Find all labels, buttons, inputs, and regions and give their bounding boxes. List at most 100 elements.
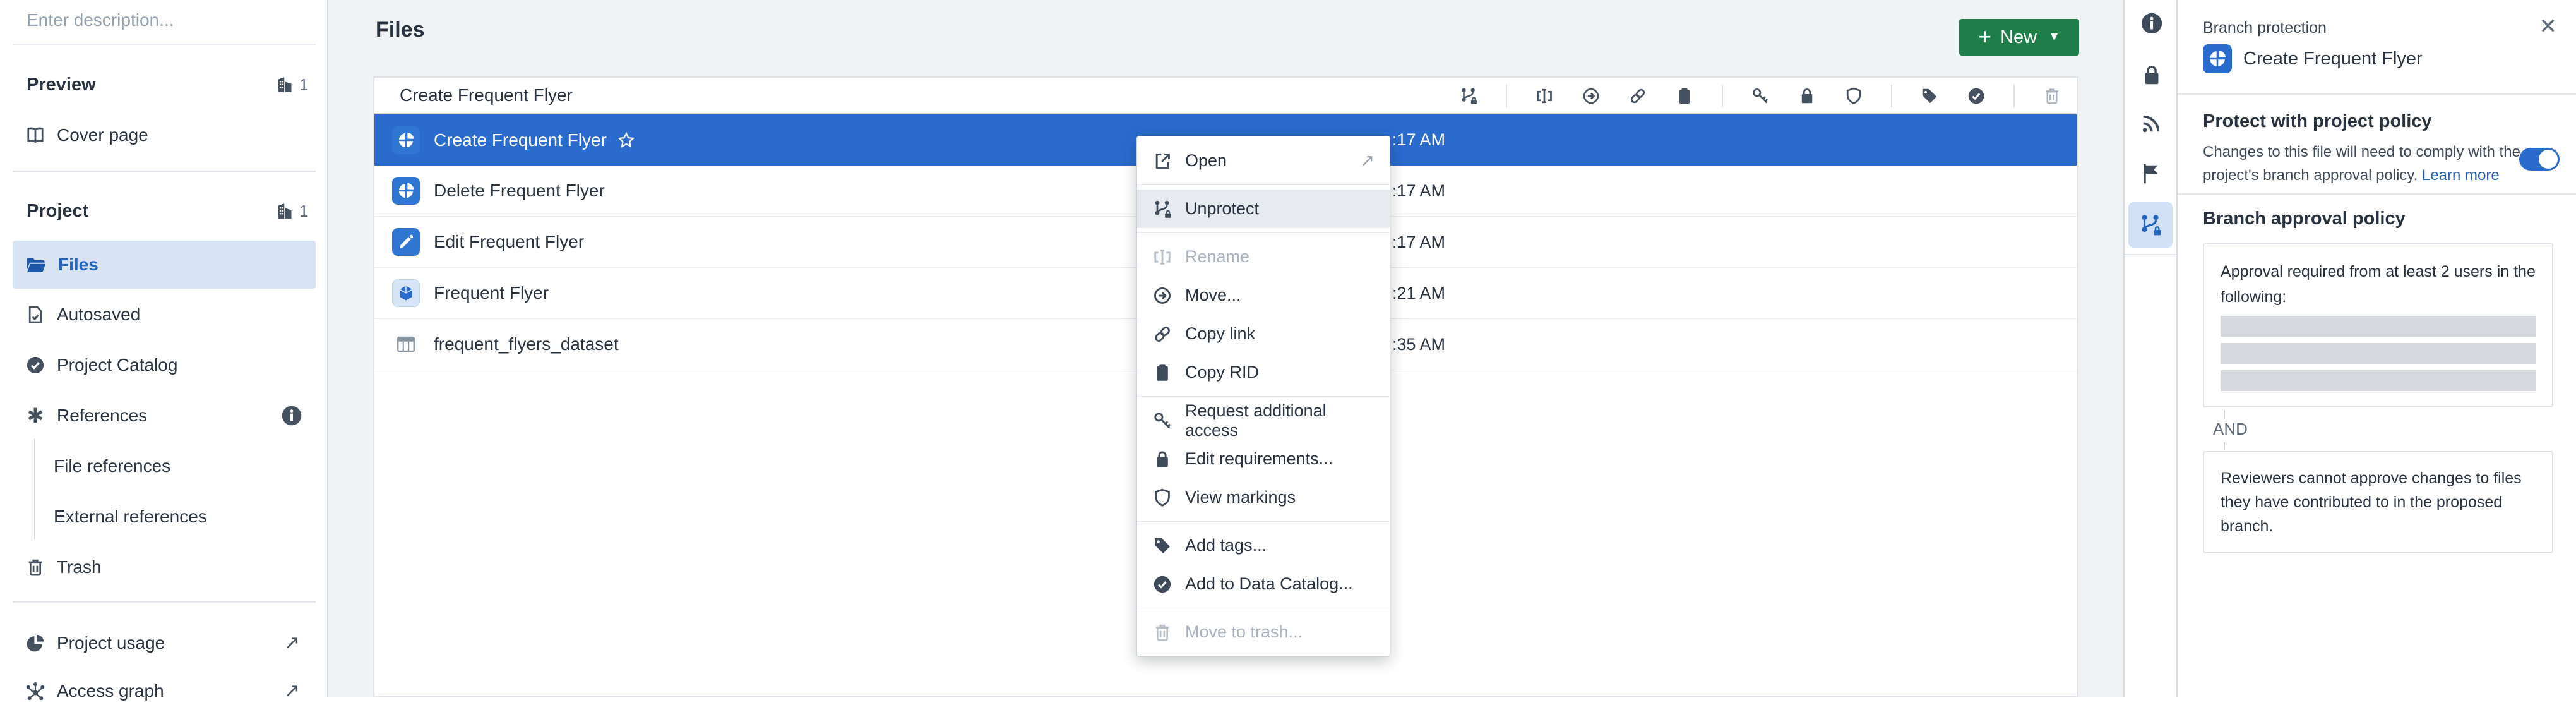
toggle-knob [2539, 150, 2558, 169]
building-icon [275, 75, 294, 94]
new-button[interactable]: + New ▼ [1959, 19, 2079, 56]
menu-item-move[interactable]: Move... [1137, 276, 1390, 315]
menu-item-open[interactable]: Open ↗ [1137, 142, 1390, 180]
menu-item-copy-link[interactable]: Copy link [1137, 315, 1390, 353]
folder-icon [25, 254, 47, 275]
info-icon[interactable] [2140, 11, 2164, 35]
menu-item-label: Add to Data Catalog... [1185, 574, 1353, 594]
clipboard-icon[interactable] [1675, 87, 1694, 105]
star-icon[interactable] [617, 131, 636, 150]
link-icon[interactable] [1628, 87, 1647, 105]
menu-item-edit-requirements[interactable]: Edit requirements... [1137, 440, 1390, 478]
approval-rule-text: Approval required from at least 2 users … [2221, 259, 2536, 284]
asterisk-icon: ✱ [25, 404, 45, 428]
description-input[interactable]: Enter description... [27, 10, 174, 30]
sidebar-item-cover-page[interactable]: Cover page [25, 121, 148, 149]
menu-item-move-to-trash[interactable]: Move to trash... [1137, 613, 1390, 651]
branch-approval-policy-title: Branch approval policy [2203, 208, 2406, 229]
sidebar-item-references[interactable]: ✱ References [25, 402, 147, 430]
action-file-icon [392, 126, 420, 154]
menu-divider [1137, 396, 1390, 397]
external-link-icon: ↗ [284, 680, 300, 702]
file-name: Frequent Flyer [434, 283, 549, 303]
move-icon[interactable] [1582, 87, 1601, 105]
approval-rule-text: following: [2221, 284, 2536, 310]
plus-icon: + [1978, 25, 1991, 48]
branch-protection-panel: Branch protection ✕ Create Frequent Flye… [2178, 0, 2576, 697]
menu-divider [1137, 184, 1390, 185]
book-icon [25, 125, 45, 145]
section-project-label: Project [27, 197, 88, 225]
shield-icon[interactable] [1844, 87, 1863, 105]
sidebar-item-autosaved[interactable]: Autosaved [25, 301, 140, 328]
section-preview-label: Preview [27, 71, 96, 99]
preview-branch-badge: 1 [275, 71, 308, 99]
sidebar-item-trash[interactable]: Trash [25, 553, 102, 581]
graph-icon [25, 681, 45, 701]
protect-policy-title: Protect with project policy [2203, 111, 2432, 132]
branch-protection-tab-selected[interactable] [2128, 202, 2173, 248]
learn-more-link[interactable]: Learn more [2422, 167, 2500, 184]
file-name: frequent_flyers_dataset [434, 334, 619, 354]
selection-header-label: Create Frequent Flyer [400, 85, 573, 105]
file-chip-label: Create Frequent Flyer [2243, 49, 2423, 69]
menu-item-label: Rename [1185, 247, 1249, 267]
branch-protect-icon[interactable] [1459, 87, 1478, 105]
key-icon[interactable] [1751, 87, 1770, 105]
menu-item-label: Request additional access [1185, 401, 1374, 440]
lock-icon[interactable] [1798, 87, 1816, 105]
tag-icon[interactable] [1920, 87, 1939, 105]
divider [13, 601, 316, 603]
clipboard-icon [1152, 363, 1172, 383]
connector-line [2224, 410, 2225, 419]
divider [2178, 193, 2576, 195]
external-link-icon: ↗ [1360, 151, 1374, 171]
sidebar-item-files[interactable]: Files [13, 241, 316, 289]
sidebar-item-label: Access graph [57, 681, 164, 701]
close-icon[interactable]: ✕ [2539, 14, 2558, 39]
flag-icon[interactable] [2140, 162, 2164, 186]
key-icon [1152, 411, 1172, 431]
menu-item-add-tags[interactable]: Add tags... [1137, 526, 1390, 565]
trash-icon[interactable] [2042, 87, 2061, 105]
sidebar-item-external-references[interactable]: External references [54, 503, 207, 531]
rename-icon[interactable] [1535, 87, 1554, 105]
menu-item-label: Edit requirements... [1185, 449, 1333, 469]
sidebar-item-file-references[interactable]: File references [54, 452, 170, 480]
sidebar-item-project-catalog[interactable]: Project Catalog [25, 351, 177, 379]
approval-rule-box: Approval required from at least 2 users … [2203, 243, 2553, 407]
menu-item-label: Copy RID [1185, 363, 1259, 382]
branch-protect-icon [1152, 199, 1172, 219]
badge-check-icon[interactable] [1967, 87, 1986, 105]
menu-item-label: Open [1185, 151, 1227, 171]
menu-item-unprotect[interactable]: Unprotect [1137, 190, 1390, 228]
sidebar-item-label: Cover page [57, 125, 148, 145]
selection-toolbar [1459, 78, 2061, 114]
menu-item-rename[interactable]: Rename [1137, 238, 1390, 276]
menu-item-request-access[interactable]: Request additional access [1137, 401, 1390, 440]
sidebar-item-label: References [57, 406, 147, 426]
feed-icon[interactable] [2140, 111, 2164, 135]
redacted-group-bar [2221, 370, 2536, 391]
menu-item-view-markings[interactable]: View markings [1137, 478, 1390, 517]
references-info-icon[interactable] [280, 404, 303, 427]
toolbar-divider [1891, 85, 1892, 107]
sidebar-item-access-graph[interactable]: Access graph [25, 677, 164, 705]
sub-items-guide-line [34, 438, 35, 539]
lock-icon[interactable] [2140, 63, 2164, 87]
sidebar-item-project-usage[interactable]: Project usage [25, 629, 165, 657]
branch-protect-icon [2138, 213, 2162, 237]
new-button-label: New [2000, 27, 2037, 48]
menu-item-copy-rid[interactable]: Copy RID [1137, 353, 1390, 392]
protect-policy-toggle[interactable] [2519, 148, 2560, 171]
description-line: Changes to this file will need to comply… [2203, 143, 2520, 160]
preview-badge-count: 1 [299, 75, 308, 95]
menu-item-add-to-data-catalog[interactable]: Add to Data Catalog... [1137, 565, 1390, 603]
toolbar-divider [1722, 85, 1723, 107]
building-icon [275, 202, 294, 220]
move-icon [1152, 286, 1172, 306]
and-label: AND [2213, 419, 2248, 439]
file-name: Create Frequent Flyer [434, 130, 607, 150]
protect-policy-description: Changes to this file will need to comply… [2203, 140, 2520, 187]
link-icon [1152, 324, 1172, 344]
